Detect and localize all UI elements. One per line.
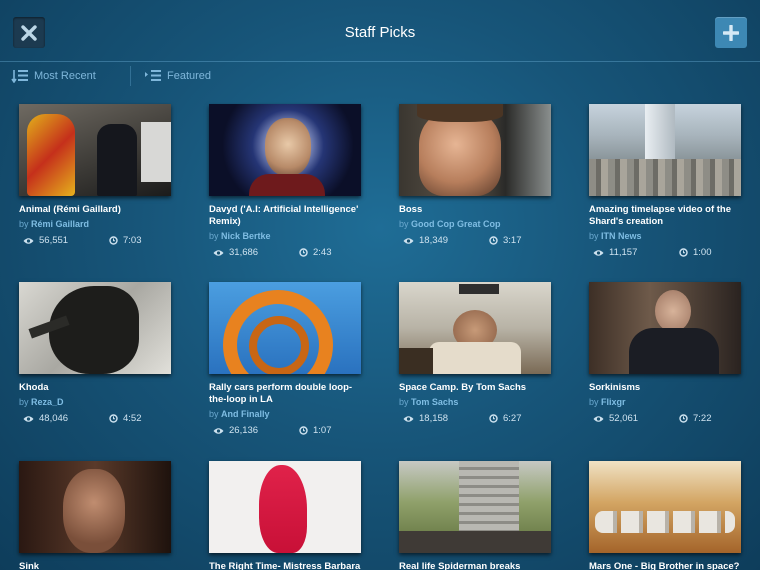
video-author[interactable]: by Tom Sachs bbox=[399, 397, 551, 408]
video-thumbnail[interactable] bbox=[589, 104, 741, 196]
video-author[interactable]: by Rémi Gaillard bbox=[19, 219, 171, 230]
video-stats: 11,157 1:00 bbox=[589, 247, 741, 261]
duration: 1:07 bbox=[299, 425, 332, 436]
video-title[interactable]: Sink bbox=[19, 561, 171, 570]
duration: 7:22 bbox=[679, 413, 712, 424]
video-title[interactable]: The Right Time- Mistress Barbara bbox=[209, 561, 361, 570]
video-author[interactable]: by Good Cop Great Cop bbox=[399, 219, 551, 230]
video-title[interactable]: Davyd ('A.I: Artificial Intelligence' Re… bbox=[209, 204, 361, 228]
video-thumbnail[interactable] bbox=[209, 104, 361, 196]
clock-icon bbox=[489, 414, 498, 423]
video-author[interactable]: by Flixgr bbox=[589, 397, 741, 408]
play-count: 31,686 bbox=[213, 247, 258, 258]
clock-icon bbox=[489, 236, 498, 245]
video-thumbnail[interactable] bbox=[19, 104, 171, 196]
eye-icon bbox=[213, 427, 224, 434]
video-thumbnail[interactable] bbox=[209, 461, 361, 553]
duration: 2:43 bbox=[299, 247, 332, 258]
video-author[interactable]: by ITN News bbox=[589, 231, 741, 242]
top-bar: Staff Picks bbox=[0, 0, 760, 62]
play-count: 18,158 bbox=[403, 413, 448, 424]
play-count: 26,136 bbox=[213, 425, 258, 436]
video-thumbnail[interactable] bbox=[19, 282, 171, 374]
video-card[interactable]: Sink bbox=[19, 461, 171, 570]
video-card[interactable]: Real life Spiderman breaks vertical bbox=[399, 461, 551, 570]
most-recent-label: Most Recent bbox=[34, 70, 96, 82]
play-count: 52,061 bbox=[593, 413, 638, 424]
featured-label: Featured bbox=[167, 70, 212, 82]
video-stats: 48,046 4:52 bbox=[19, 413, 171, 427]
eye-icon bbox=[23, 415, 34, 422]
video-title[interactable]: Amazing timelapse video of the Shard's c… bbox=[589, 204, 741, 228]
clock-icon bbox=[299, 426, 308, 435]
eye-icon bbox=[23, 237, 34, 244]
sort-featured[interactable]: Featured bbox=[144, 68, 211, 84]
video-stats: 18,158 6:27 bbox=[399, 413, 551, 427]
clock-icon bbox=[299, 248, 308, 257]
sort-bar: Most Recent Featured bbox=[0, 62, 760, 90]
video-card[interactable]: Space Camp. By Tom Sachs by Tom Sachs 18… bbox=[399, 282, 551, 427]
eye-icon bbox=[593, 249, 604, 256]
video-card[interactable]: Sorkinisms by Flixgr 52,061 7:22 bbox=[589, 282, 741, 427]
video-author[interactable]: by Nick Bertke bbox=[209, 231, 361, 242]
video-thumbnail[interactable] bbox=[589, 461, 741, 553]
duration: 1:00 bbox=[679, 247, 712, 258]
play-count: 18,349 bbox=[403, 235, 448, 246]
eye-icon bbox=[213, 249, 224, 256]
video-title[interactable]: Khoda bbox=[19, 382, 171, 394]
video-title[interactable]: Sorkinisms bbox=[589, 382, 741, 394]
video-thumbnail[interactable] bbox=[399, 104, 551, 196]
plus-icon bbox=[723, 24, 739, 41]
video-card[interactable]: The Right Time- Mistress Barbara bbox=[209, 461, 361, 570]
video-card[interactable]: Animal (Rémi Gaillard) by Rémi Gaillard … bbox=[19, 104, 171, 249]
video-card[interactable]: Khoda by Reza_D 48,046 4:52 bbox=[19, 282, 171, 427]
video-thumbnail[interactable] bbox=[399, 282, 551, 374]
page-title: Staff Picks bbox=[344, 24, 416, 41]
video-title[interactable]: Boss bbox=[399, 204, 551, 216]
video-card[interactable]: Rally cars perform double loop-the-loop … bbox=[209, 282, 361, 439]
video-title[interactable]: Real life Spiderman breaks vertical bbox=[399, 561, 551, 570]
video-title[interactable]: Space Camp. By Tom Sachs bbox=[399, 382, 551, 394]
video-title[interactable]: Rally cars perform double loop-the-loop … bbox=[209, 382, 361, 406]
add-button[interactable] bbox=[715, 17, 747, 48]
video-author[interactable]: by Reza_D bbox=[19, 397, 171, 408]
video-thumbnail[interactable] bbox=[589, 282, 741, 374]
video-card[interactable]: Boss by Good Cop Great Cop 18,349 3:17 bbox=[399, 104, 551, 249]
sort-list-icon bbox=[11, 70, 28, 83]
video-stats: 56,551 7:03 bbox=[19, 235, 171, 249]
video-card[interactable]: Mars One - Big Brother in space? bbox=[589, 461, 741, 570]
play-count: 48,046 bbox=[23, 413, 68, 424]
eye-icon bbox=[403, 237, 414, 244]
video-card[interactable]: Amazing timelapse video of the Shard's c… bbox=[589, 104, 741, 261]
video-stats: 26,136 1:07 bbox=[209, 425, 361, 439]
video-title[interactable]: Mars One - Big Brother in space? bbox=[589, 561, 741, 570]
clock-icon bbox=[109, 414, 118, 423]
play-count: 56,551 bbox=[23, 235, 68, 246]
sort-divider bbox=[130, 66, 131, 86]
video-author[interactable]: by And Finally bbox=[209, 409, 361, 420]
clock-icon bbox=[109, 236, 118, 245]
duration: 4:52 bbox=[109, 413, 142, 424]
sort-most-recent[interactable]: Most Recent bbox=[11, 68, 96, 84]
video-thumbnail[interactable] bbox=[399, 461, 551, 553]
video-stats: 18,349 3:17 bbox=[399, 235, 551, 249]
video-stats: 31,686 2:43 bbox=[209, 247, 361, 261]
eye-icon bbox=[403, 415, 414, 422]
clock-icon bbox=[679, 248, 688, 257]
video-thumbnail[interactable] bbox=[209, 282, 361, 374]
duration: 7:03 bbox=[109, 235, 142, 246]
duration: 3:17 bbox=[489, 235, 522, 246]
eye-icon bbox=[593, 415, 604, 422]
featured-list-icon bbox=[145, 70, 161, 81]
video-stats: 52,061 7:22 bbox=[589, 413, 741, 427]
duration: 6:27 bbox=[489, 413, 522, 424]
video-title[interactable]: Animal (Rémi Gaillard) bbox=[19, 204, 171, 216]
clock-icon bbox=[679, 414, 688, 423]
video-card[interactable]: Davyd ('A.I: Artificial Intelligence' Re… bbox=[209, 104, 361, 261]
video-thumbnail[interactable] bbox=[19, 461, 171, 553]
play-count: 11,157 bbox=[593, 247, 637, 258]
